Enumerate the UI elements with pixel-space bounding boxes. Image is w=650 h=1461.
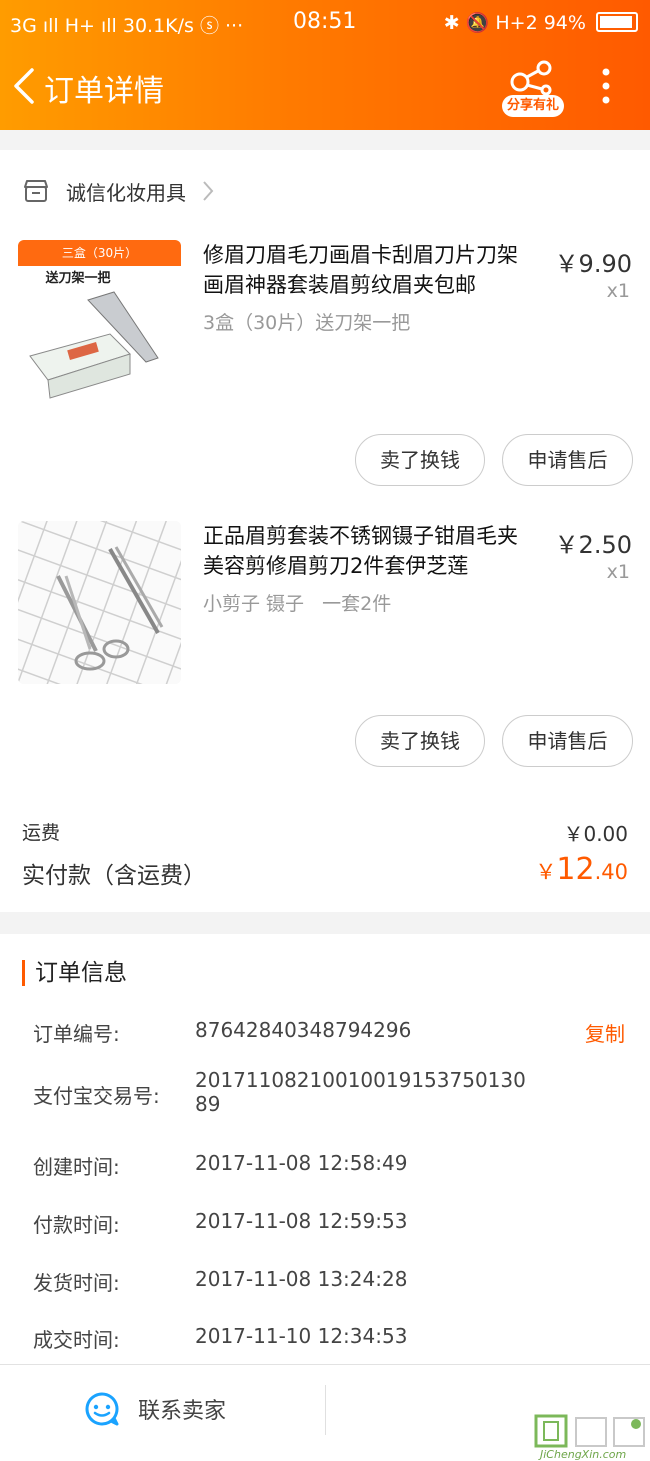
info-value: 2017110821001001915375013089 <box>195 1068 526 1116</box>
product-price: ￥2.50 <box>554 531 632 559</box>
info-value: 2017-11-10 12:34:53 <box>195 1324 408 1348</box>
status-battery-text: H+2 94% <box>495 12 586 34</box>
status-bar: 3G ıll H+ ıll 30.1K/s ⓢ ··· 08:51 ✱ 🔕 H+… <box>0 0 650 44</box>
shipping-value: ￥0.00 <box>563 822 628 846</box>
info-value: 2017-11-08 12:58:49 <box>195 1151 408 1175</box>
info-label: 发货时间: <box>33 1271 120 1295</box>
section-title: 订单信息 <box>22 960 127 986</box>
sell-button[interactable]: 卖了换钱 <box>355 434 485 486</box>
info-label: 支付宝交易号: <box>33 1084 160 1108</box>
product-qty: x1 <box>606 561 630 583</box>
status-network: 3G ıll H+ ıll 30.1K/s ⓢ ··· <box>10 15 244 37</box>
back-arrow-icon[interactable] <box>10 66 38 106</box>
copy-button[interactable]: 复制 <box>585 1018 625 1047</box>
page-title: 订单详情 <box>44 74 164 109</box>
scissors-tweezers-image <box>18 521 181 684</box>
shop-name: 诚信化妆用具 <box>66 180 186 205</box>
product-spec: 小剪子 镊子 一套2件 <box>203 593 392 615</box>
status-time: 08:51 <box>293 9 357 34</box>
info-value: 87642840348794296 <box>195 1018 412 1042</box>
contact-seller-button[interactable]: 联系卖家 <box>84 1391 226 1427</box>
product-title[interactable]: 正品眉剪套装不锈钢镊子钳眉毛夹美容剪修眉剪刀2件套伊芝莲 <box>203 521 538 581</box>
total-label: 实付款（含运费） <box>22 863 206 889</box>
total-currency: ￥ <box>535 860 557 884</box>
info-label: 订单编号: <box>33 1022 120 1046</box>
share-label: 分享有礼 <box>502 95 564 117</box>
share-button[interactable]: 分享有礼 <box>500 58 564 118</box>
total-amount: ￥12.40 <box>535 852 628 887</box>
shop-link[interactable]: 诚信化妆用具 <box>22 174 214 208</box>
chevron-right-icon <box>203 181 214 201</box>
info-value: 2017-11-08 13:24:28 <box>195 1267 408 1291</box>
product-price: ￥9.90 <box>554 250 632 278</box>
divider <box>325 1385 326 1435</box>
total-decimal: .40 <box>594 860 628 884</box>
info-label: 成交时间: <box>33 1328 120 1352</box>
product-thumbnail[interactable] <box>18 521 181 684</box>
order-item-1[interactable]: 三盒（30片） 送刀架一把 修眉刀眉毛刀画眉卡刮眉刀片刀架画眉神器套装眉剪纹眉夹… <box>0 240 650 500</box>
battery-icon <box>596 12 638 32</box>
shop-icon <box>24 180 48 202</box>
status-right: ✱ 🔕 H+2 94% <box>444 11 638 34</box>
total-integer: 12 <box>556 852 595 887</box>
share-icon <box>510 60 552 96</box>
order-items-card: 诚信化妆用具 三盒（30片） 送刀架一把 修眉刀眉毛刀画眉卡刮眉刀片刀架画眉神器… <box>0 150 650 912</box>
order-item-2[interactable]: 正品眉剪套装不锈钢镊子钳眉毛夹美容剪修眉剪刀2件套伊芝莲 小剪子 镊子 一套2件… <box>0 521 650 781</box>
product-spec: 3盒（30片）送刀架一把 <box>203 312 411 334</box>
info-label: 付款时间: <box>33 1213 120 1237</box>
bluetooth-icon: ✱ <box>443 12 460 34</box>
product-title[interactable]: 修眉刀眉毛刀画眉卡刮眉刀片刀架画眉神器套装眉剪纹眉夹包邮 <box>203 240 538 300</box>
shipping-label: 运费 <box>22 822 61 844</box>
aftersale-button[interactable]: 申请售后 <box>502 715 633 767</box>
aftersale-button[interactable]: 申请售后 <box>502 434 633 486</box>
contact-seller-label: 联系卖家 <box>138 1399 227 1424</box>
razor-box-image <box>29 291 159 399</box>
mute-icon: 🔕 <box>465 12 490 34</box>
thumb-banner: 三盒（30片） <box>18 240 181 266</box>
chat-bubble-icon <box>85 1392 119 1426</box>
more-options-icon[interactable] <box>594 66 618 106</box>
watermark-text: JiChengXin.com <box>540 1448 627 1461</box>
product-qty: x1 <box>606 280 630 302</box>
info-label: 创建时间: <box>33 1155 120 1179</box>
app-header: 3G ıll H+ ıll 30.1K/s ⓢ ··· 08:51 ✱ 🔕 H+… <box>0 0 650 130</box>
order-info-card: 订单信息 订单编号: 87642840348794296 复制 支付宝交易号: … <box>0 934 650 1364</box>
product-thumbnail[interactable]: 三盒（30片） 送刀架一把 <box>18 240 181 403</box>
sell-button[interactable]: 卖了换钱 <box>355 715 485 767</box>
info-value: 2017-11-08 12:59:53 <box>195 1209 408 1233</box>
